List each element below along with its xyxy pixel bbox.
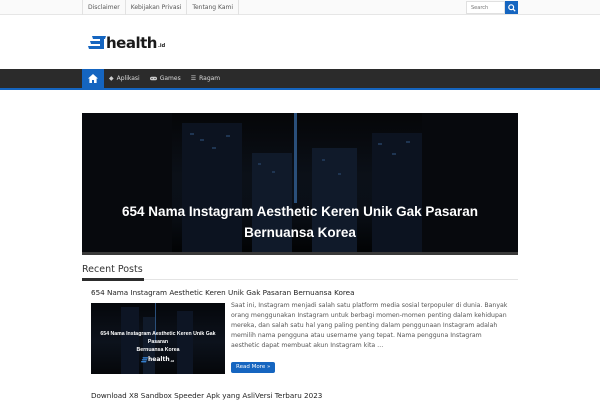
search-button[interactable] <box>505 1 518 14</box>
post-title-link[interactable]: 654 Nama Instagram Aesthetic Keren Unik … <box>91 288 354 297</box>
nav-item-aplikasi[interactable]: ◆ Aplikasi <box>104 69 145 88</box>
list-icon: ☰ <box>190 75 197 82</box>
featured-slider[interactable]: 654 Nama Instagram Aesthetic Keren Unik … <box>82 113 518 255</box>
nav-item-label: Aplikasi <box>116 75 140 82</box>
nav-item-label: Ragam <box>199 75 221 82</box>
thumbnail-title-line-1: 654 Nama Instagram Aesthetic Keren Unik … <box>100 331 216 345</box>
android-icon: ◆ <box>109 75 114 82</box>
nav-item-ragam[interactable]: ☰ Ragam <box>186 69 225 88</box>
site-logo[interactable]: health .id <box>88 34 165 52</box>
post-excerpt: Saat ini, Instagram menjadi salah satu p… <box>231 302 508 349</box>
home-icon <box>88 74 98 83</box>
main-navbar: ◆ Aplikasi Games ☰ Ragam <box>0 69 600 90</box>
gamepad-icon <box>149 76 157 81</box>
top-nav: Disclaimer Kebijakan Privasi Tentang Kam… <box>82 0 240 15</box>
featured-title-line-2: Bernuansa Korea <box>244 225 356 240</box>
section-divider <box>82 279 518 280</box>
search-input[interactable] <box>466 1 505 14</box>
search-icon <box>507 3 516 12</box>
featured-post-title[interactable]: 654 Nama Instagram Aesthetic Keren Unik … <box>82 201 518 243</box>
top-link-disclaimer[interactable]: Disclaimer <box>82 0 126 15</box>
post-thumbnail[interactable]: 654 Nama Instagram Aesthetic Keren Unik … <box>91 303 225 374</box>
logo-mark-icon <box>141 356 148 362</box>
post-title-link[interactable]: Download X8 Sandbox Speeder Apk yang Asl… <box>91 391 322 400</box>
thumbnail-logo-word: health <box>148 356 170 363</box>
logo-suffix: .id <box>157 42 166 49</box>
section-divider-accent <box>82 278 144 281</box>
nav-item-label: Games <box>159 75 181 82</box>
top-link-privacy[interactable]: Kebijakan Privasi <box>126 0 188 15</box>
thumbnail-title: 654 Nama Instagram Aesthetic Keren Unik … <box>91 330 225 354</box>
featured-title-line-1: 654 Nama Instagram Aesthetic Keren Unik … <box>122 204 478 219</box>
thumbnail-logo-suffix: .id <box>169 358 174 363</box>
thumbnail-title-line-2: Bernuansa Korea <box>136 347 180 353</box>
thumbnail-logo: health .id <box>141 356 174 363</box>
top-link-about[interactable]: Tentang Kami <box>187 0 240 15</box>
nav-item-games[interactable]: Games <box>145 69 186 88</box>
logo-word: health <box>106 34 157 52</box>
top-bar: Disclaimer Kebijakan Privasi Tentang Kam… <box>0 0 600 15</box>
search-box <box>466 1 518 14</box>
read-more-button[interactable]: Read More » <box>231 362 276 373</box>
nav-home[interactable] <box>82 69 104 88</box>
recent-posts-heading: Recent Posts <box>82 264 143 275</box>
logo-mark-icon <box>88 36 106 49</box>
